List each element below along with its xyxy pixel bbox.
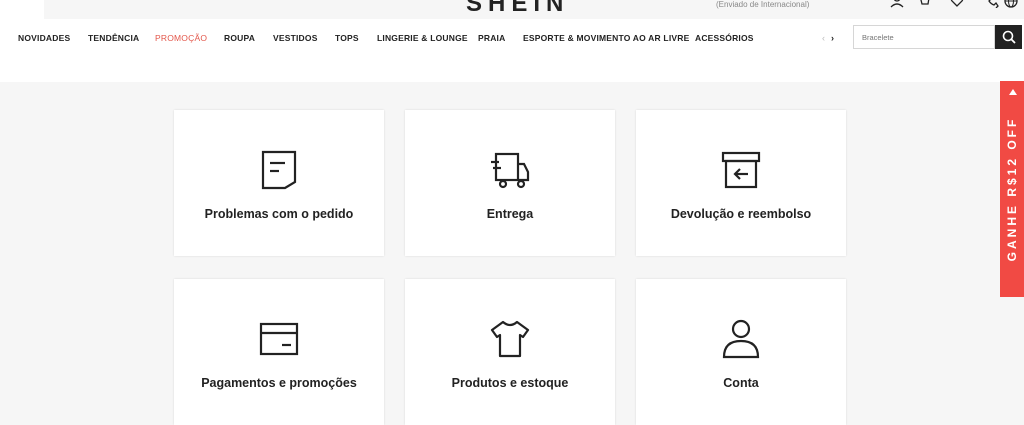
nav-item-lingerie[interactable]: LINGERIE & LOUNGE <box>377 33 468 43</box>
tshirt-icon <box>490 320 530 358</box>
help-card-label: Produtos e estoque <box>451 376 569 390</box>
promo-tab-text: GANHE R$12 OFF <box>1005 116 1019 262</box>
nav-next-arrow[interactable]: › <box>831 33 834 43</box>
heart-icon[interactable] <box>950 0 964 8</box>
nav-scroll-arrows: ‹ › <box>822 33 834 43</box>
help-card-account[interactable]: Conta <box>636 279 846 425</box>
search-box <box>853 25 995 49</box>
help-card-payments[interactable]: Pagamentos e promoções <box>174 279 384 425</box>
return-box-icon <box>721 151 761 189</box>
support-icon[interactable] <box>985 0 999 8</box>
delivery-truck-icon <box>491 152 530 189</box>
collapse-arrow-icon <box>1009 89 1017 95</box>
account-user-icon <box>722 319 760 359</box>
order-document-icon <box>261 150 297 190</box>
search-button[interactable] <box>995 25 1022 49</box>
nav-item-praia[interactable]: PRAIA <box>478 33 505 43</box>
payment-card-icon <box>259 322 299 356</box>
help-card-order-problems[interactable]: Problemas com o pedido <box>174 110 384 256</box>
help-card-label: Entrega <box>486 207 534 221</box>
help-card-label: Devolução e reembolso <box>670 207 812 221</box>
globe-icon[interactable] <box>1004 0 1018 8</box>
help-card-returns[interactable]: Devolução e reembolso <box>636 110 846 256</box>
shein-logo[interactable]: SHEIN <box>466 0 569 18</box>
cart-icon[interactable] <box>916 0 930 8</box>
top-header: SHEIN (Enviado de Internacional) <box>0 0 1024 19</box>
nav-item-acessorios[interactable]: ACESSÓRIOS <box>695 33 754 43</box>
help-card-delivery[interactable]: Entrega <box>405 110 615 256</box>
search-input[interactable] <box>854 26 990 48</box>
nav-item-esporte[interactable]: ESPORTE & MOVIMENTO AO AR LIVRE <box>523 33 689 43</box>
nav-item-tops[interactable]: TOPS <box>335 33 359 43</box>
search-icon <box>1002 30 1016 44</box>
nav-item-vestidos[interactable]: VESTIDOS <box>273 33 318 43</box>
help-card-products[interactable]: Produtos e estoque <box>405 279 615 425</box>
nav-item-tendencia[interactable]: TENDÊNCIA <box>88 33 139 43</box>
help-card-label: Conta <box>723 376 759 390</box>
user-icon[interactable] <box>890 0 904 8</box>
header-spacer <box>0 57 1024 82</box>
nav-item-promocao[interactable]: PROMOÇÃO <box>155 33 207 43</box>
nav-item-roupa[interactable]: ROUPA <box>224 33 255 43</box>
help-card-label: Pagamentos e promoções <box>201 376 357 390</box>
nav-prev-arrow[interactable]: ‹ <box>822 33 825 43</box>
help-card-label: Problemas com o pedido <box>204 207 354 221</box>
nav-item-novidades[interactable]: NOVIDADES <box>18 33 70 43</box>
promo-side-tab[interactable]: GANHE R$12 OFF <box>1000 81 1024 297</box>
shipping-note: (Enviado de Internacional) <box>716 0 810 9</box>
